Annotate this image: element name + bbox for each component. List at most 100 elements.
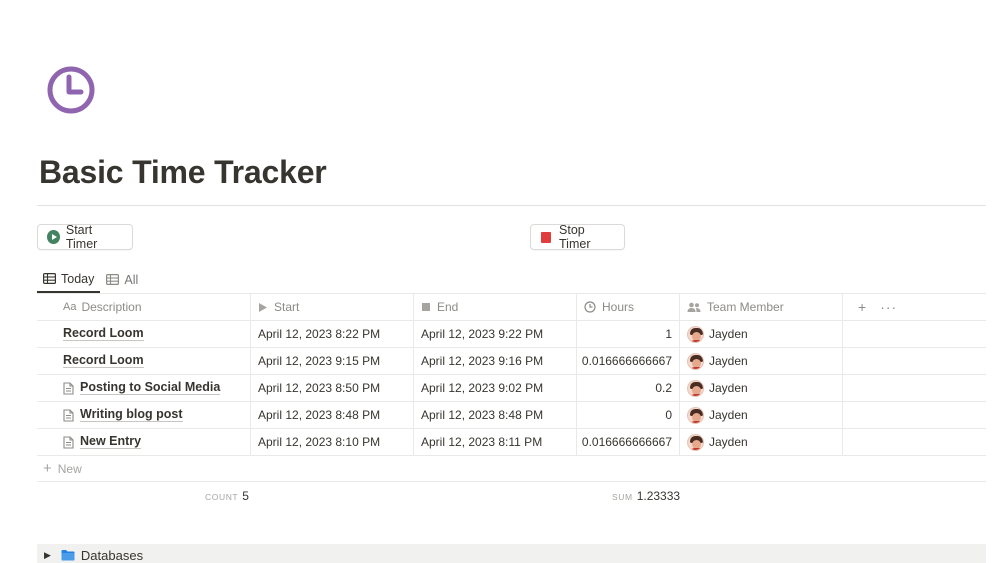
header-hours[interactable]: Hours	[577, 294, 680, 320]
avatar	[687, 325, 704, 343]
end-date: April 12, 2023 9:22 PM	[421, 327, 544, 341]
team-member-cell[interactable]: Jayden	[680, 429, 843, 455]
end-date: April 12, 2023 8:11 PM	[421, 435, 543, 449]
time-entries-table: Aa Description Start End Hours Team Memb…	[37, 294, 986, 456]
folder-icon	[61, 550, 75, 561]
start-date: April 12, 2023 8:10 PM	[258, 435, 381, 449]
end-cell[interactable]: April 12, 2023 9:22 PM	[414, 321, 577, 347]
table-body: Record Loom April 12, 2023 8:22 PM April 1…	[37, 321, 986, 456]
description-cell[interactable]: Record Loom	[37, 348, 251, 374]
start-cell[interactable]: April 12, 2023 8:48 PM	[251, 402, 414, 428]
description-cell[interactable]: New Entry	[37, 429, 251, 455]
databases-label: Databases	[80, 547, 144, 563]
header-team-member-label: Team Member	[707, 300, 784, 314]
start-cell[interactable]: April 12, 2023 8:50 PM	[251, 375, 414, 401]
header-start-label: Start	[274, 300, 300, 314]
title-divider	[37, 205, 986, 206]
count-calculation[interactable]: COUNT 5	[205, 489, 249, 503]
empty-cell[interactable]	[843, 402, 986, 428]
plus-icon: +	[43, 460, 52, 477]
page-icon	[63, 408, 74, 422]
end-cell[interactable]: April 12, 2023 9:16 PM	[414, 348, 577, 374]
add-property-icon[interactable]: +	[858, 299, 866, 315]
table-icon	[106, 274, 120, 285]
header-actions: + ···	[843, 294, 986, 320]
team-member-cell[interactable]: Jayden	[680, 375, 843, 401]
table-row[interactable]: Posting to Social Media April 12, 2023 8:…	[37, 375, 986, 402]
avatar	[687, 433, 704, 451]
hours-value: 0.2	[655, 381, 672, 395]
entry-name[interactable]: Record Loom	[63, 354, 144, 368]
avatar	[687, 352, 704, 370]
add-new-row-button[interactable]: + New	[37, 456, 986, 482]
avatar	[687, 406, 704, 424]
hours-cell[interactable]: 0.016666666667	[577, 429, 680, 455]
table-row[interactable]: Record Loom April 12, 2023 9:15 PM April 1…	[37, 348, 986, 375]
hours-cell[interactable]: 0	[577, 402, 680, 428]
team-member-name: Jayden	[709, 327, 748, 341]
start-cell[interactable]: April 12, 2023 9:15 PM	[251, 348, 414, 374]
start-cell[interactable]: April 12, 2023 8:10 PM	[251, 429, 414, 455]
table-header: Aa Description Start End Hours Team Memb…	[37, 294, 986, 321]
tab-today[interactable]: Today	[37, 266, 101, 293]
hours-cell[interactable]: 0.2	[577, 375, 680, 401]
tab-all[interactable]: All	[100, 266, 144, 293]
description-cell[interactable]: Record Loom	[37, 321, 251, 347]
entry-name[interactable]: Record Loom	[63, 327, 144, 341]
new-row-label: New	[57, 461, 82, 476]
start-date: April 12, 2023 8:50 PM	[258, 381, 381, 395]
toggle-triangle-icon[interactable]: ▶	[44, 550, 51, 561]
start-timer-button[interactable]: Start Timer	[37, 223, 133, 251]
table-row[interactable]: Writing blog post April 12, 2023 8:48 PM A…	[37, 402, 986, 429]
description-cell[interactable]: Writing blog post	[37, 402, 251, 428]
start-date: April 12, 2023 9:15 PM	[258, 354, 381, 368]
empty-cell[interactable]	[843, 429, 986, 455]
team-member-name: Jayden	[709, 435, 748, 449]
stop-timer-button[interactable]: Stop Timer	[530, 223, 625, 251]
team-member-name: Jayden	[709, 381, 748, 395]
table-row[interactable]: New Entry April 12, 2023 8:10 PM April 12,…	[37, 429, 986, 456]
entry-name[interactable]: Writing blog post	[80, 408, 183, 422]
team-member-cell[interactable]: Jayden	[680, 348, 843, 374]
hours-cell[interactable]: 1	[577, 321, 680, 347]
count-value: 5	[242, 489, 249, 503]
end-cell[interactable]: April 12, 2023 8:48 PM	[414, 402, 577, 428]
tab-all-label: All	[124, 272, 139, 287]
header-start[interactable]: Start	[251, 294, 414, 320]
page-title[interactable]: Basic Time Tracker	[39, 154, 327, 191]
more-options-icon[interactable]: ···	[880, 299, 897, 315]
view-tabs: Today All	[37, 266, 144, 294]
sum-label: SUM	[612, 492, 633, 502]
entry-name[interactable]: New Entry	[80, 435, 142, 449]
header-end[interactable]: End	[414, 294, 577, 320]
sum-value: 1.23333	[636, 489, 681, 503]
empty-cell[interactable]	[843, 375, 986, 401]
end-cell[interactable]: April 12, 2023 9:02 PM	[414, 375, 577, 401]
start-timer-label: Start Timer	[65, 223, 98, 251]
hours-value: 0	[665, 408, 672, 422]
start-date: April 12, 2023 8:22 PM	[258, 327, 381, 341]
start-cell[interactable]: April 12, 2023 8:22 PM	[251, 321, 414, 347]
entry-name[interactable]: Posting to Social Media	[80, 381, 221, 395]
team-member-cell[interactable]: Jayden	[680, 321, 843, 347]
sum-calculation[interactable]: SUM 1.23333	[612, 489, 680, 503]
header-description[interactable]: Aa Description	[37, 294, 251, 320]
clock-icon[interactable]	[46, 65, 96, 115]
empty-cell[interactable]	[843, 348, 986, 374]
tab-today-label: Today	[61, 271, 95, 286]
page-icon	[63, 381, 74, 395]
end-date: April 12, 2023 9:02 PM	[421, 381, 544, 395]
team-member-cell[interactable]: Jayden	[680, 402, 843, 428]
description-cell[interactable]: Posting to Social Media	[37, 375, 251, 401]
table-row[interactable]: Record Loom April 12, 2023 8:22 PM April 1…	[37, 321, 986, 348]
table-icon	[43, 273, 56, 284]
databases-toggle[interactable]: ▶ Databases	[37, 544, 986, 563]
hours-cell[interactable]: 0.016666666667	[577, 348, 680, 374]
stop-icon	[422, 303, 430, 311]
end-cell[interactable]: April 12, 2023 8:11 PM	[414, 429, 577, 455]
text-property-icon: Aa	[63, 301, 77, 313]
empty-cell[interactable]	[843, 321, 986, 347]
hours-value: 0.016666666667	[581, 354, 672, 368]
header-team-member[interactable]: Team Member	[680, 294, 843, 320]
page-icon	[63, 435, 74, 449]
